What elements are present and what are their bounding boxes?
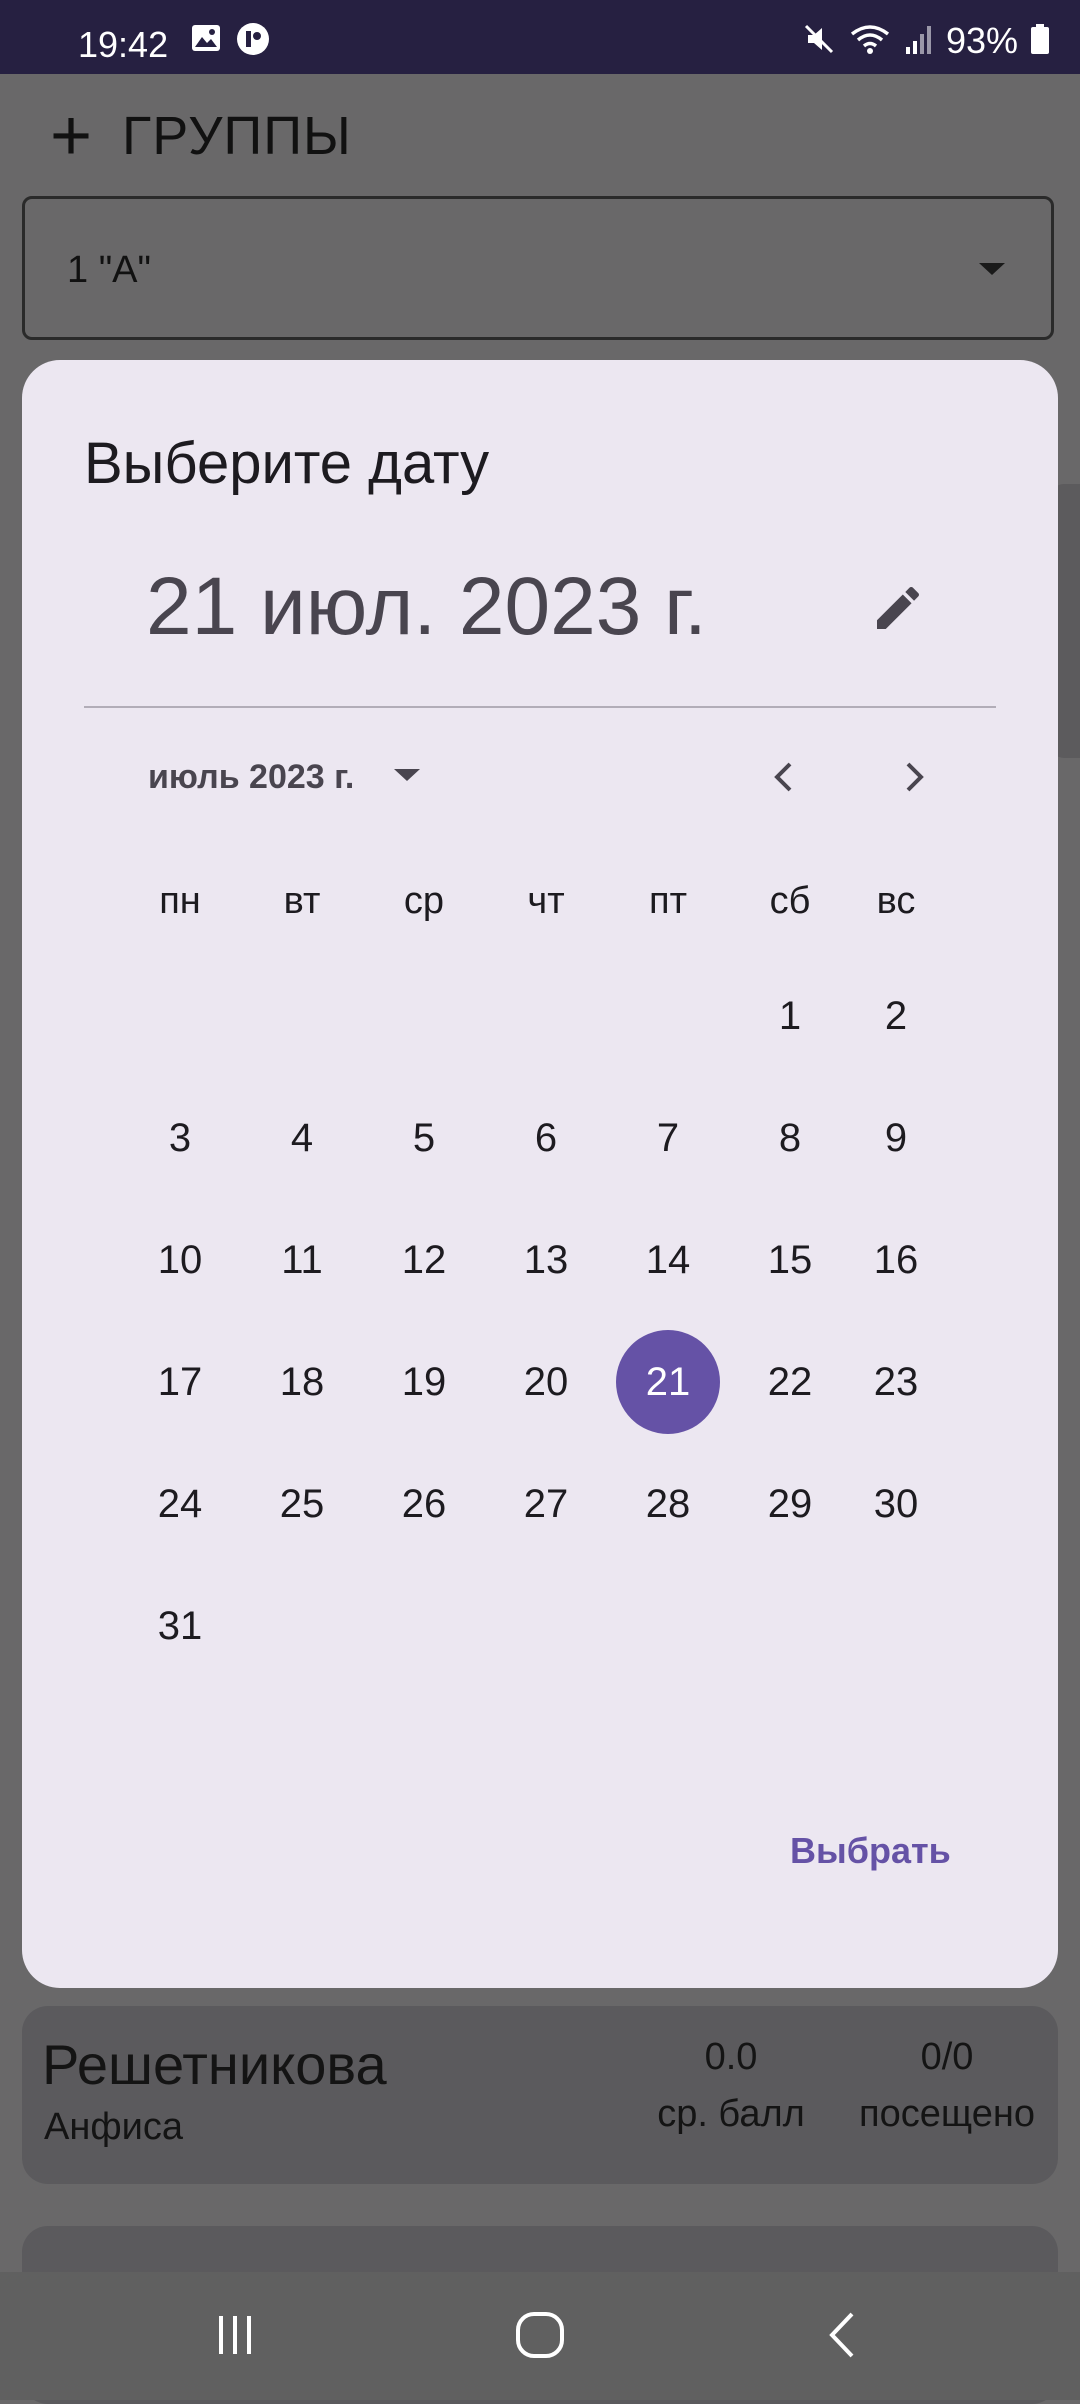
battery-level: 93% [945, 20, 1018, 61]
groups-header: + ГРУППЫ [50, 100, 352, 172]
calendar-day[interactable]: 17 [128, 1330, 232, 1434]
image-icon [190, 22, 222, 61]
calendar-day[interactable]: 9 [844, 1086, 948, 1190]
confirm-button[interactable]: Выбрать [790, 1830, 951, 1872]
attendance: 0/0 посещено [816, 2036, 1078, 2136]
calendar-day[interactable]: 31 [128, 1574, 232, 1678]
month-year-selector[interactable]: июль 2023 г. [148, 758, 422, 797]
calendar-day[interactable]: 24 [128, 1452, 232, 1556]
dialog-headline: Выберите дату [84, 431, 490, 496]
calendar-day[interactable]: 10 [128, 1208, 232, 1312]
status-bar: 19:42 93% [0, 0, 1080, 74]
calendar-day[interactable]: 15 [738, 1208, 842, 1312]
mute-icon [802, 22, 836, 61]
calendar-day-selected[interactable]: 21 [616, 1330, 720, 1434]
wifi-icon [848, 22, 892, 61]
attendance-value: 0/0 [920, 2036, 974, 2078]
recents-icon[interactable] [210, 2310, 260, 2365]
back-icon[interactable] [822, 2310, 862, 2365]
calendar-day[interactable]: 3 [128, 1086, 232, 1190]
status-time: 19:42 [78, 24, 169, 65]
calendar-day[interactable]: 23 [844, 1330, 948, 1434]
calendar-day[interactable]: 4 [250, 1086, 354, 1190]
next-month-button[interactable] [888, 752, 938, 807]
calendar-day[interactable]: 27 [494, 1452, 598, 1556]
month-year-label: июль 2023 г. [148, 758, 355, 796]
attendance-label: посещено [859, 2093, 1035, 2135]
calendar-day[interactable]: 1 [738, 964, 842, 1068]
divider [84, 706, 996, 708]
app-icon [236, 22, 270, 61]
calendar-day[interactable]: 16 [844, 1208, 948, 1312]
calendar-day[interactable]: 20 [494, 1330, 598, 1434]
weekday-label: чт [527, 880, 565, 922]
date-picker-dialog: Выберите дату 21 июл. 2023 г. июль 2023 … [22, 360, 1058, 1988]
edit-icon[interactable] [870, 580, 926, 641]
calendar-day[interactable]: 25 [250, 1452, 354, 1556]
calendar-day[interactable]: 6 [494, 1086, 598, 1190]
plus-icon[interactable]: + [50, 100, 92, 172]
weekday-label: пт [649, 880, 687, 922]
calendar-day[interactable]: 8 [738, 1086, 842, 1190]
calendar-day[interactable]: 30 [844, 1452, 948, 1556]
group-select-value: 1 "А" [67, 249, 152, 291]
group-select[interactable]: 1 "А" [22, 196, 1054, 340]
average-grade-value: 0.0 [704, 2036, 758, 2078]
calendar-day[interactable]: 19 [372, 1330, 476, 1434]
selected-date-display: 21 июл. 2023 г. [146, 561, 707, 652]
average-grade-label: ср. балл [657, 2093, 805, 2135]
student-first-name: Анфиса [44, 2106, 183, 2148]
weekday-label: ср [403, 880, 445, 922]
page-title: ГРУППЫ [122, 106, 352, 166]
home-icon[interactable] [512, 2310, 568, 2365]
system-nav-bar [0, 2272, 1080, 2400]
weekday-label: пн [159, 880, 201, 922]
previous-month-button[interactable] [760, 752, 810, 807]
student-card[interactable]: Решетникова Анфиса 0.0 ср. балл 0/0 посе… [22, 2006, 1058, 2184]
calendar-day[interactable]: 14 [616, 1208, 720, 1312]
calendar-day[interactable]: 12 [372, 1208, 476, 1312]
calendar-day[interactable]: 13 [494, 1208, 598, 1312]
calendar-day[interactable]: 7 [616, 1086, 720, 1190]
calendar-day[interactable]: 28 [616, 1452, 720, 1556]
calendar-day[interactable]: 11 [250, 1208, 354, 1312]
calendar-day[interactable]: 5 [372, 1086, 476, 1190]
weekday-label: вт [283, 880, 321, 922]
calendar-day[interactable]: 26 [372, 1452, 476, 1556]
calendar-day[interactable]: 18 [250, 1330, 354, 1434]
weekday-label: вс [876, 880, 916, 922]
calendar-day[interactable]: 29 [738, 1452, 842, 1556]
weekday-header-row: пн вт ср чт пт сб вс [22, 880, 1058, 940]
weekday-label: сб [769, 880, 811, 922]
dropdown-arrow-icon [392, 767, 422, 788]
battery-icon [1030, 23, 1050, 60]
signal-icon [904, 23, 934, 60]
student-last-name: Решетникова [42, 2033, 387, 2096]
average-grade: 0.0 ср. балл [622, 2036, 840, 2136]
calendar-day[interactable]: 2 [844, 964, 948, 1068]
dropdown-arrow-icon [977, 261, 1007, 282]
calendar-day[interactable]: 22 [738, 1330, 842, 1434]
